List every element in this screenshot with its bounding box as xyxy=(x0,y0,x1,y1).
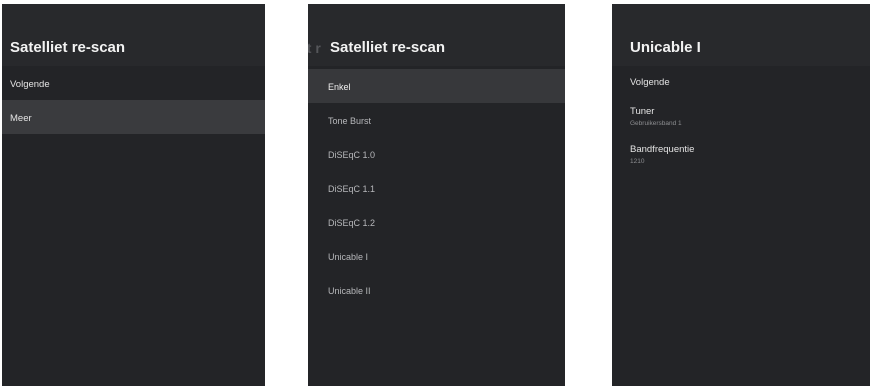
option-enkel[interactable]: Enkel xyxy=(308,69,565,103)
setting-tuner[interactable]: Tuner Gebruikersband 1 xyxy=(612,100,870,138)
option-diseqc-1-0[interactable]: DiSEqC 1.0 xyxy=(308,137,565,171)
option-label: DiSEqC 1.1 xyxy=(328,184,376,194)
option-label: Enkel xyxy=(328,82,351,92)
option-unicable-1[interactable]: Unicable I xyxy=(308,239,565,273)
panel-header: Satelliet re-scan xyxy=(2,4,265,66)
option-tone-burst[interactable]: Tone Burst xyxy=(308,103,565,137)
menu-item-volgende[interactable]: Volgende xyxy=(612,66,870,100)
menu-item-label: Volgende xyxy=(630,77,670,88)
panel-header: Unicable I xyxy=(612,4,870,66)
menu-item-volgende[interactable]: Volgende xyxy=(2,66,265,100)
satellite-rescan-panel: Satelliet re-scan Volgende Meer xyxy=(2,4,265,386)
settings-list: Volgende Tuner Gebruikersband 1 Bandfreq… xyxy=(612,66,870,176)
menu-item-meer[interactable]: Meer xyxy=(2,100,265,134)
menu-item-label: Meer xyxy=(10,113,32,124)
setting-label: Bandfrequentie xyxy=(630,144,695,155)
page-title: Satelliet re-scan xyxy=(330,39,446,56)
menu-list: Volgende Meer xyxy=(2,66,265,134)
option-diseqc-1-1[interactable]: DiSEqC 1.1 xyxy=(308,171,565,205)
unicable-settings-panel: Unicable I Volgende Tuner Gebruikersband… xyxy=(612,4,870,386)
option-diseqc-1-2[interactable]: DiSEqC 1.2 xyxy=(308,205,565,239)
setting-label: Tuner xyxy=(630,106,655,117)
panel-header: et r Satelliet re-scan xyxy=(308,4,565,66)
option-label: Unicable I xyxy=(328,252,369,262)
setting-bandfrequentie[interactable]: Bandfrequentie 1210 xyxy=(612,138,870,176)
menu-item-label: Volgende xyxy=(10,79,50,90)
setting-value: Gebruikersband 1 xyxy=(630,120,682,127)
option-label: Tone Burst xyxy=(328,116,372,126)
previous-title-ghost: et r xyxy=(308,40,321,56)
page-title: Satelliet re-scan xyxy=(10,39,126,56)
option-label: Unicable II xyxy=(328,286,371,296)
option-unicable-2[interactable]: Unicable II xyxy=(308,273,565,307)
option-list: Enkel Tone Burst DiSEqC 1.0 DiSEqC 1.1 D… xyxy=(308,69,565,307)
option-label: DiSEqC 1.2 xyxy=(328,218,376,228)
setting-value: 1210 xyxy=(630,158,645,165)
page-title: Unicable I xyxy=(630,39,701,56)
option-label: DiSEqC 1.0 xyxy=(328,150,376,160)
lnb-type-panel: et r Satelliet re-scan Enkel Tone Burst … xyxy=(308,4,565,386)
